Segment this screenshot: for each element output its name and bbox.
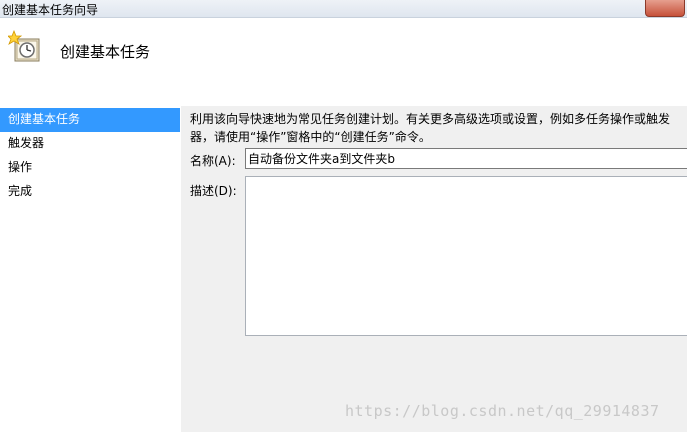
page-title: 创建基本任务 xyxy=(60,43,151,61)
sidebar-item-action[interactable]: 操作 xyxy=(0,156,180,180)
description-field[interactable] xyxy=(245,176,687,336)
sidebar-item-create-basic-task[interactable]: 创建基本任务 xyxy=(0,108,180,132)
wizard-content: 利用该向导快速地为常见任务创建计划。有关更多高级选项或设置，例如多任务操作或触发… xyxy=(181,106,687,432)
intro-text: 利用该向导快速地为常见任务创建计划。有关更多高级选项或设置，例如多任务操作或触发… xyxy=(190,112,671,144)
sidebar-item-trigger[interactable]: 触发器 xyxy=(0,132,180,156)
name-label: 名称(A): xyxy=(190,154,236,168)
description-label: 描述(D): xyxy=(190,184,237,198)
wizard-header: 创建基本任务 xyxy=(0,18,687,90)
watermark: https://blog.csdn.net/qq_29914837 xyxy=(345,402,660,420)
name-field[interactable]: 自动备份文件夹a到文件夹b xyxy=(245,148,687,169)
wizard-steps-sidebar: 创建基本任务 触发器 操作 完成 xyxy=(0,106,180,432)
title-bar: 创建基本任务向导 xyxy=(0,0,687,18)
sidebar-item-finish[interactable]: 完成 xyxy=(0,180,180,204)
close-button[interactable] xyxy=(645,0,685,17)
window-title: 创建基本任务向导 xyxy=(2,3,99,17)
task-clock-icon xyxy=(8,30,40,62)
